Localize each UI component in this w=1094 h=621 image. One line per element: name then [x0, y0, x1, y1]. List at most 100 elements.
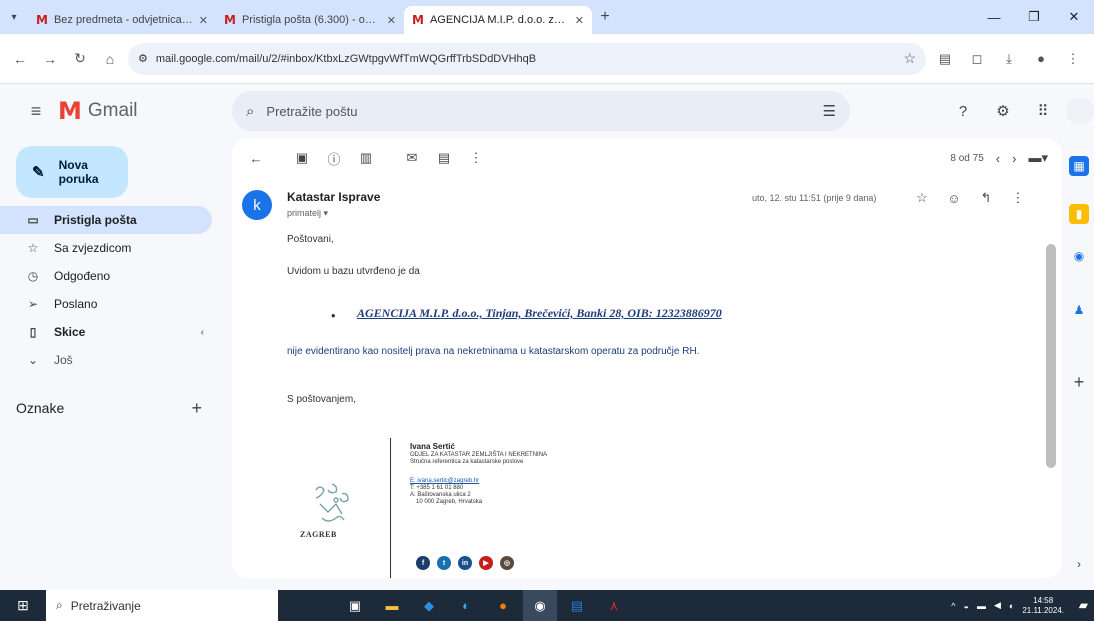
reply-icon[interactable]: ↰	[976, 188, 996, 208]
twitter-icon[interactable]: t	[437, 556, 451, 570]
extensions-icon[interactable]: ◻	[964, 46, 990, 72]
search-icon[interactable]: ⌕	[246, 103, 254, 120]
home-icon[interactable]: ⌂	[98, 47, 122, 71]
site-info-icon[interactable]: ⚙	[138, 52, 148, 65]
statement-text: nije evidentirano kao nositelj prava na …	[287, 346, 700, 357]
back-to-inbox-icon[interactable]: ←	[242, 144, 270, 172]
tab-title: Pristigla pošta (6.300) - odvjet	[241, 14, 381, 26]
reading-list-icon[interactable]: ▤	[932, 46, 958, 72]
prev-message-icon[interactable]: ‹	[996, 151, 1000, 166]
maximize-icon[interactable]: ❐	[1014, 0, 1054, 34]
mark-unread-icon[interactable]: ✉	[398, 144, 426, 172]
sidebar-item-drafts[interactable]: ▯ Skice ‹	[0, 318, 212, 346]
bullet-marker: •	[331, 308, 336, 323]
tasks-icon[interactable]: ◉	[1069, 246, 1089, 266]
recipient-details[interactable]: primatelj ▾	[287, 208, 328, 219]
gmail-logo[interactable]: M Gmail	[58, 97, 228, 125]
message-view: ← ▣ ⓘ ▥ ✉ ▤ ⋮ 8 od 75 ‹ › ▬▾ k Katastar …	[232, 138, 1062, 578]
linkedin-icon[interactable]: in	[458, 556, 472, 570]
browser-tab-1[interactable]: M Bez predmeta - odvjetnica.po ✕	[28, 6, 216, 34]
sender-avatar[interactable]: k	[242, 190, 272, 220]
send-icon: ➢	[27, 297, 39, 311]
sender-name[interactable]: Katastar Isprave	[287, 190, 380, 204]
sidebar-item-snoozed[interactable]: ◷ Odgođeno	[0, 262, 212, 290]
windows-start-icon[interactable]: ⊞	[0, 590, 46, 621]
reload-icon[interactable]: ↻	[68, 47, 92, 71]
tab-close-icon[interactable]: ✕	[199, 14, 208, 27]
edge-icon[interactable]: ◐	[449, 590, 483, 621]
help-icon[interactable]: ?	[950, 98, 976, 124]
file-explorer-icon[interactable]: ▬	[375, 590, 409, 621]
minimize-icon[interactable]: —	[974, 0, 1014, 34]
expand-panel-icon[interactable]: ›	[1069, 554, 1089, 574]
tray-volume-icon[interactable]: ◀	[994, 600, 1001, 611]
input-tools-icon[interactable]: ▬▾	[1028, 150, 1048, 166]
contacts-icon[interactable]: ♟	[1069, 300, 1089, 320]
calendar-icon[interactable]: ▦	[1069, 156, 1089, 176]
close-window-icon[interactable]: ✕	[1054, 0, 1094, 34]
signature-email[interactable]: E: ivana.sertic@zagreb.hr	[410, 478, 547, 485]
tray-battery-icon[interactable]: ▬	[977, 601, 986, 611]
bookmark-star-icon[interactable]: ☆	[903, 50, 916, 67]
instagram-icon[interactable]: ◎	[500, 556, 514, 570]
word-icon[interactable]: ▤	[560, 590, 594, 621]
move-to-icon[interactable]: ▤	[430, 144, 458, 172]
tray-language-icon[interactable]: ◐	[1009, 601, 1014, 611]
tray-chevron-icon[interactable]: ^	[951, 601, 955, 611]
youtube-icon[interactable]: ▶	[479, 556, 493, 570]
browser-tab-2[interactable]: M Pristigla pošta (6.300) - odvjet ✕	[216, 6, 404, 34]
sidebar-item-sent[interactable]: ➢ Poslano	[0, 290, 212, 318]
main-menu-icon[interactable]: ≡	[14, 101, 58, 122]
tray-network-icon[interactable]: ◒	[964, 601, 969, 611]
search-options-icon[interactable]: ☰	[823, 102, 836, 120]
settings-gear-icon[interactable]: ⚙	[990, 98, 1016, 124]
store-icon[interactable]: ◆	[412, 590, 446, 621]
delete-icon[interactable]: ▥	[352, 144, 380, 172]
add-label-icon[interactable]: +	[191, 398, 202, 419]
gmail-wordmark: Gmail	[87, 100, 138, 121]
browser-tab-3[interactable]: M AGENCIJA M.I.P. d.o.o. zadaje ✕	[404, 6, 592, 34]
sidebar-item-label: Odgođeno	[54, 269, 111, 283]
get-addons-icon[interactable]: +	[1069, 372, 1089, 392]
keep-icon[interactable]: ▮	[1069, 204, 1089, 224]
browser-menu-icon[interactable]: ⋮	[1060, 46, 1086, 72]
gmail-favicon-icon: M	[224, 13, 236, 27]
clock-icon: ◷	[27, 269, 39, 283]
next-message-icon[interactable]: ›	[1012, 151, 1016, 166]
message-more-icon[interactable]: ⋮	[1008, 188, 1028, 208]
add-reaction-icon[interactable]: ☺	[944, 188, 964, 208]
search-input[interactable]	[266, 103, 811, 119]
gmail-favicon-icon: M	[36, 13, 48, 27]
drafts-arrow-icon: ‹	[200, 326, 204, 338]
new-tab-button[interactable]: +	[592, 4, 618, 30]
download-icon[interactable]: ⤓	[996, 46, 1022, 72]
star-message-icon[interactable]: ☆	[912, 188, 932, 208]
report-spam-icon[interactable]: ⓘ	[320, 144, 348, 172]
sidebar-item-inbox[interactable]: ▭ Pristigla pošta	[0, 206, 212, 234]
message-scrollbar[interactable]	[1046, 244, 1056, 468]
notifications-icon[interactable]: ▰	[1079, 598, 1088, 612]
compose-button[interactable]: ✎ Nova poruka	[16, 146, 128, 198]
archive-icon[interactable]: ▣	[288, 144, 316, 172]
address-bar[interactable]: ⚙ mail.google.com/mail/u/2/#inbox/KtbxLz…	[128, 42, 926, 75]
sidebar-item-more[interactable]: ⌄ Još	[0, 346, 212, 374]
task-view-icon[interactable]: ▣	[338, 590, 372, 621]
firefox-icon[interactable]: ●	[486, 590, 520, 621]
tab-close-icon[interactable]: ✕	[575, 14, 584, 27]
more-options-icon[interactable]: ⋮	[462, 144, 490, 172]
tab-close-icon[interactable]: ✕	[387, 14, 396, 27]
sidebar-item-starred[interactable]: ☆ Sa zvjezdicom	[0, 234, 212, 262]
taskbar-search[interactable]: ⌕ Pretraživanje	[46, 590, 278, 621]
forward-icon[interactable]: →	[38, 47, 62, 71]
acrobat-icon[interactable]: ⋏	[597, 590, 631, 621]
gmail-m-icon: M	[58, 97, 82, 125]
account-avatar[interactable]	[1066, 97, 1094, 125]
facebook-icon[interactable]: f	[416, 556, 430, 570]
profile-icon[interactable]: ●	[1028, 46, 1054, 72]
taskbar-clock[interactable]: 14:58 21.11.2024.	[1022, 596, 1064, 616]
agency-link[interactable]: AGENCIJA M.I.P. d.o.o., Tinjan, Brečević…	[357, 306, 722, 321]
back-icon[interactable]: ←	[8, 47, 32, 71]
chrome-icon[interactable]: ◉	[523, 590, 557, 621]
apps-grid-icon[interactable]: ⠿	[1030, 98, 1056, 124]
tab-search-icon[interactable]: ▾	[0, 4, 28, 30]
